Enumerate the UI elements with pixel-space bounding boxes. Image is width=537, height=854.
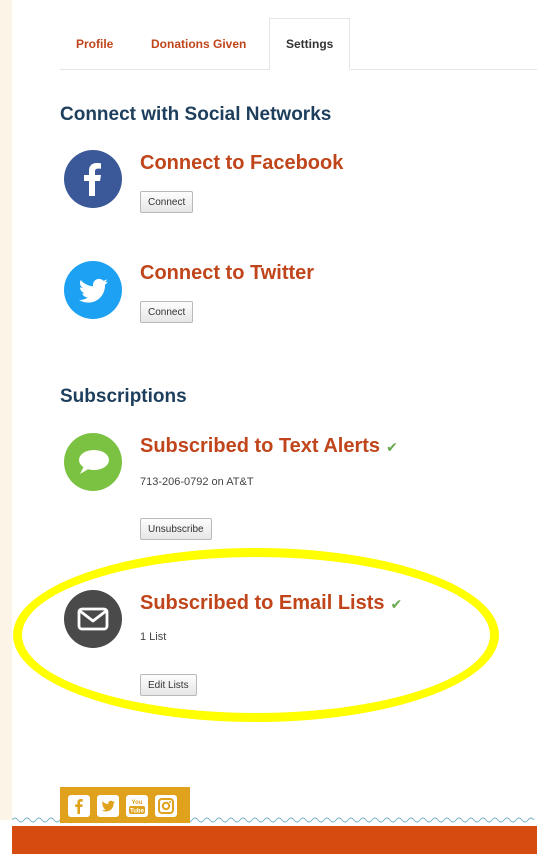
text-alerts-title: Subscribed to Text Alerts ✔ (140, 435, 398, 457)
tab-profile[interactable]: Profile (76, 19, 113, 69)
youtube-text-you: You (132, 800, 143, 806)
instagram-icon[interactable] (155, 795, 177, 817)
connect-facebook-title: Connect to Facebook (140, 152, 344, 174)
footer-bar (12, 826, 537, 854)
facebook-icon (64, 150, 122, 208)
highlight-ellipse (13, 548, 499, 722)
youtube-icon[interactable]: You Tube (126, 795, 148, 817)
tab-settings[interactable]: Settings (269, 18, 351, 70)
connect-twitter-button[interactable]: Connect (140, 301, 194, 323)
check-icon: ✔ (386, 439, 398, 455)
twitter-icon (64, 261, 122, 319)
tab-donations-given[interactable]: Donations Given (151, 19, 246, 69)
tab-bar: Profile Donations Given Settings (60, 18, 537, 70)
connect-twitter-title: Connect to Twitter (140, 262, 315, 284)
facebook-icon[interactable] (68, 795, 90, 817)
subscriptions-heading: Subscriptions (60, 386, 187, 407)
connect-facebook-button[interactable]: Connect (140, 191, 194, 213)
chat-bubble-icon (64, 433, 122, 491)
footer-social-box: You Tube (60, 787, 190, 823)
unsubscribe-button[interactable]: Unsubscribe (140, 518, 212, 540)
twitter-icon[interactable] (97, 795, 119, 817)
left-border (0, 0, 12, 820)
social-networks-heading: Connect with Social Networks (60, 104, 332, 125)
youtube-text-tube: Tube (130, 809, 145, 815)
text-alerts-detail: 713-206-0792 on AT&T (140, 476, 254, 488)
